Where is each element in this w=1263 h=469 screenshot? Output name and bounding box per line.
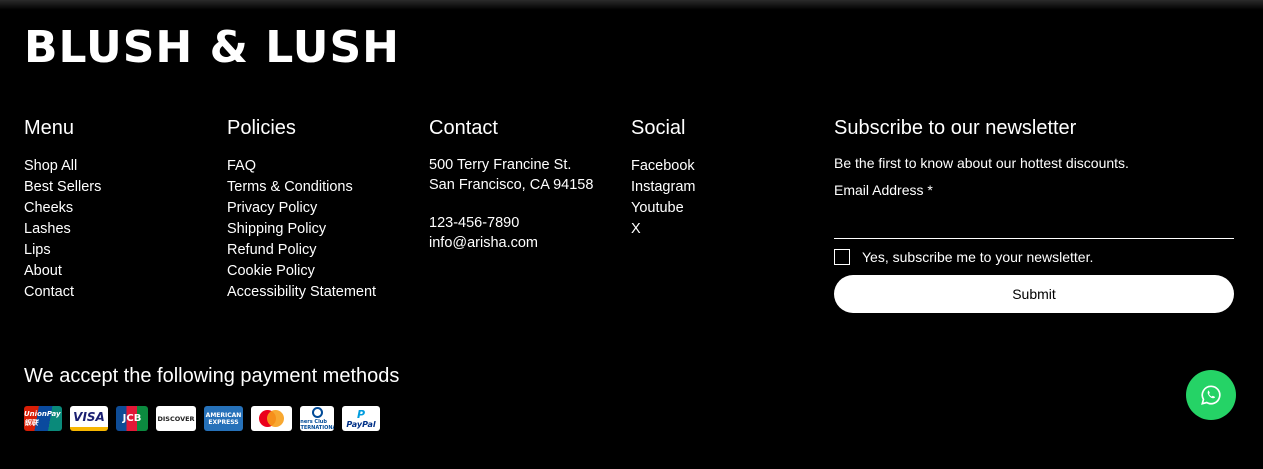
policy-link[interactable]: Shipping Policy [227, 221, 326, 237]
menu-item-cheeks[interactable]: Cheeks [24, 198, 101, 219]
unionpay-icon: UnionPay 银联 [24, 406, 62, 431]
social-item-instagram[interactable]: Instagram [631, 177, 695, 198]
newsletter-section: Subscribe to our newsletter Be the first… [834, 116, 1234, 313]
email-field[interactable] [834, 215, 1234, 239]
footer-social-column: Social Facebook Instagram Youtube X [631, 116, 695, 240]
social-item-x[interactable]: X [631, 219, 695, 240]
social-link[interactable]: Youtube [631, 200, 684, 216]
menu-link[interactable]: Cheeks [24, 200, 73, 216]
policy-item-terms[interactable]: Terms & Conditions [227, 177, 376, 198]
discover-icon: DISCOVER [156, 406, 196, 431]
menu-link[interactable]: About [24, 263, 62, 279]
policy-item-refund[interactable]: Refund Policy [227, 240, 376, 261]
payment-methods-row: UnionPay 银联 VISA JCB DISCOVER AMERICAN E… [24, 406, 380, 431]
policy-item-faq[interactable]: FAQ [227, 156, 376, 177]
email-label: Email Address * [834, 182, 933, 198]
brand-logo[interactable]: BLUSH & LUSH [24, 24, 400, 72]
address-line-2: San Francisco, CA 94158 [429, 176, 594, 193]
policies-heading: Policies [227, 117, 296, 139]
menu-item-shop-all[interactable]: Shop All [24, 156, 101, 177]
jcb-icon: JCB [116, 406, 148, 431]
menu-item-best-sellers[interactable]: Best Sellers [24, 177, 101, 198]
social-item-youtube[interactable]: Youtube [631, 198, 695, 219]
policy-link[interactable]: Cookie Policy [227, 263, 315, 279]
social-item-facebook[interactable]: Facebook [631, 156, 695, 177]
visa-icon: VISA [70, 406, 108, 431]
phone-number[interactable]: 123-456-7890 [429, 214, 593, 234]
policy-item-cookie[interactable]: Cookie Policy [227, 261, 376, 282]
menu-link[interactable]: Lashes [24, 221, 71, 237]
social-link[interactable]: Instagram [631, 179, 695, 195]
social-list: Facebook Instagram Youtube X [631, 156, 695, 240]
subscribe-checkbox[interactable] [834, 249, 850, 265]
footer-menu-column: Menu Shop All Best Sellers Cheeks Lashes… [24, 116, 101, 303]
payment-methods-heading: We accept the following payment methods [24, 365, 400, 387]
policy-item-shipping[interactable]: Shipping Policy [227, 219, 376, 240]
menu-item-about[interactable]: About [24, 261, 101, 282]
menu-item-lashes[interactable]: Lashes [24, 219, 101, 240]
policy-item-accessibility[interactable]: Accessibility Statement [227, 282, 376, 303]
newsletter-description: Be the first to know about our hottest d… [834, 155, 1129, 171]
paypal-icon: P PayPal [342, 406, 380, 431]
policy-link[interactable]: Privacy Policy [227, 200, 317, 216]
whatsapp-icon [1201, 385, 1221, 405]
menu-link[interactable]: Best Sellers [24, 179, 101, 195]
social-heading: Social [631, 117, 686, 139]
policy-item-privacy[interactable]: Privacy Policy [227, 198, 376, 219]
menu-heading: Menu [24, 117, 75, 139]
newsletter-heading: Subscribe to our newsletter [834, 117, 1077, 139]
email-link[interactable]: info@arisha.com [429, 234, 593, 254]
whatsapp-chat-button[interactable] [1186, 370, 1236, 420]
policy-link[interactable]: Accessibility Statement [227, 284, 376, 300]
contact-heading: Contact [429, 117, 498, 139]
menu-list: Shop All Best Sellers Cheeks Lashes Lips… [24, 156, 101, 303]
menu-link[interactable]: Lips [24, 242, 51, 258]
footer-contact-column: Contact 500 Terry Francine St. San Franc… [429, 116, 593, 253]
mastercard-icon [251, 406, 292, 431]
menu-item-lips[interactable]: Lips [24, 240, 101, 261]
policy-link[interactable]: Refund Policy [227, 242, 316, 258]
menu-link[interactable]: Shop All [24, 158, 77, 174]
menu-item-contact[interactable]: Contact [24, 282, 101, 303]
subscribe-checkbox-label[interactable]: Yes, subscribe me to your newsletter. [862, 248, 1093, 266]
footer-policies-column: Policies FAQ Terms & Conditions Privacy … [227, 116, 376, 303]
paypal-label: PayPal [346, 419, 376, 429]
address-line-1: 500 Terry Francine St. [429, 157, 572, 173]
social-link[interactable]: Facebook [631, 158, 695, 174]
subscribe-checkbox-row[interactable]: Yes, subscribe me to your newsletter. [834, 248, 1234, 266]
diners-club-icon: Diners Club INTERNATIONAL [300, 406, 334, 431]
diners-club-label: Diners Club INTERNATIONAL [300, 418, 334, 431]
policy-link[interactable]: FAQ [227, 158, 256, 174]
amex-icon: AMERICAN EXPRESS [204, 406, 243, 431]
policy-link[interactable]: Terms & Conditions [227, 179, 353, 195]
top-shadow [0, 0, 1263, 10]
social-link[interactable]: X [631, 221, 641, 237]
menu-link[interactable]: Contact [24, 284, 74, 300]
policies-list: FAQ Terms & Conditions Privacy Policy Sh… [227, 156, 376, 303]
submit-button[interactable]: Submit [834, 275, 1234, 313]
